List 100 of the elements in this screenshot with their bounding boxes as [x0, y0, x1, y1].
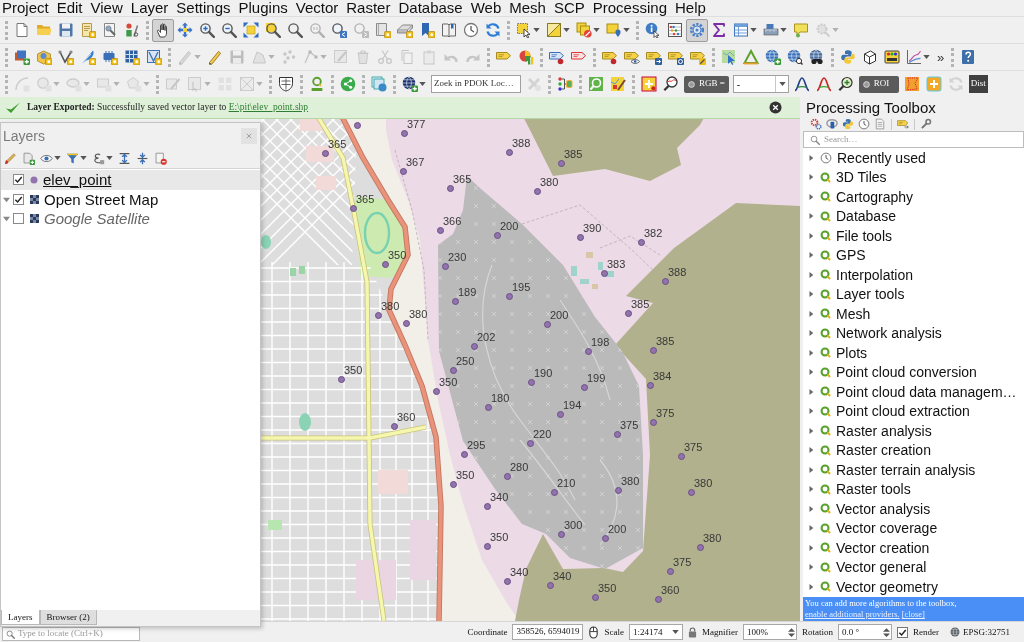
- expand-arrow-icon[interactable]: [808, 525, 814, 532]
- expand-arrow-icon[interactable]: [808, 486, 814, 493]
- expand-arrow-icon[interactable]: [808, 583, 814, 590]
- render-checkbox[interactable]: [897, 626, 908, 638]
- panel-tab[interactable]: Browser (2): [39, 610, 97, 625]
- options-button[interactable]: [918, 118, 934, 130]
- toolbar-handle[interactable]: [331, 74, 334, 94]
- toolbar-handle[interactable]: [593, 47, 596, 67]
- menu-item[interactable]: Vector: [295, 0, 339, 16]
- mouse-icon[interactable]: [588, 625, 600, 639]
- toolbar-handle[interactable]: [269, 74, 272, 94]
- toolbar-handle[interactable]: [393, 74, 396, 94]
- expand-arrow-icon[interactable]: [808, 466, 814, 473]
- expand-arrow-icon[interactable]: [808, 174, 814, 181]
- menu-item[interactable]: Plugins: [238, 0, 288, 16]
- expand-arrow-icon[interactable]: [808, 447, 814, 454]
- expand-arrow-icon[interactable]: [808, 193, 814, 200]
- menu-item[interactable]: Layer: [130, 0, 169, 16]
- expand-arrow-icon[interactable]: [808, 408, 814, 415]
- toolbar-handle[interactable]: [168, 47, 171, 67]
- processing-toolbox-button[interactable]: [686, 18, 708, 42]
- rotation-spinbox[interactable]: 0.0 °: [838, 624, 892, 640]
- toolbar-handle[interactable]: [5, 20, 8, 40]
- toolbar-handle[interactable]: [300, 74, 303, 94]
- expand-arrow-icon[interactable]: [808, 564, 814, 571]
- expand-arrow-icon[interactable]: [808, 427, 814, 434]
- algorithm-group[interactable]: GPS: [836, 248, 866, 263]
- history-button[interactable]: [856, 118, 872, 130]
- toolbar-handle[interactable]: [487, 47, 490, 67]
- coordinate-field[interactable]: 358526, 6594019: [512, 624, 584, 640]
- expand-arrow-icon[interactable]: [3, 195, 10, 203]
- toolbar-handle[interactable]: [632, 74, 635, 94]
- layer-checkbox[interactable]: [13, 213, 24, 225]
- menu-item[interactable]: View: [90, 0, 123, 16]
- expand-arrow-icon[interactable]: [808, 330, 814, 337]
- toolbar-handle[interactable]: [548, 74, 551, 94]
- menu-item[interactable]: SCP: [553, 0, 585, 16]
- expand-arrow-icon[interactable]: [808, 544, 814, 551]
- toolbar-handle[interactable]: [579, 74, 582, 94]
- algorithm-group[interactable]: Vector geometry: [836, 579, 938, 594]
- expand-arrow-icon[interactable]: [808, 232, 814, 239]
- algorithm-group[interactable]: Interpolation: [836, 267, 914, 282]
- algorithm-group[interactable]: Point cloud data managem…: [836, 384, 1017, 399]
- models-button[interactable]: [808, 118, 824, 130]
- toolbar-handle[interactable]: [156, 74, 159, 94]
- menu-item[interactable]: Database: [398, 0, 463, 16]
- toolbar-handle[interactable]: [951, 47, 955, 67]
- menu-item[interactable]: Raster: [346, 0, 391, 16]
- more-tools-button[interactable]: »: [933, 46, 949, 68]
- toolbar-handle[interactable]: [507, 20, 510, 40]
- algorithm-group[interactable]: Vector analysis: [836, 501, 931, 516]
- menu-item[interactable]: Mesh: [509, 0, 546, 16]
- algorithm-group[interactable]: Raster terrain analysis: [836, 462, 976, 477]
- algorithm-group[interactable]: Mesh: [836, 306, 871, 321]
- algorithm-group[interactable]: Cartography: [836, 189, 914, 204]
- algorithm-group[interactable]: Point cloud conversion: [836, 365, 977, 380]
- algorithm-group[interactable]: Raster tools: [836, 482, 911, 497]
- toolbar-handle[interactable]: [540, 47, 543, 67]
- magnifier-spinbox[interactable]: 100%: [743, 624, 797, 640]
- toolbar-handle[interactable]: [636, 20, 639, 40]
- algorithm-group[interactable]: Vector creation: [836, 540, 930, 555]
- algorithm-group[interactable]: Raster creation: [836, 443, 931, 458]
- close-message-button[interactable]: [769, 101, 782, 114]
- expand-arrow-icon[interactable]: [3, 215, 10, 223]
- distance-button[interactable]: Dist: [968, 75, 988, 93]
- algorithm-group[interactable]: Vector general: [836, 560, 927, 575]
- r-scripts-button[interactable]: [824, 118, 840, 130]
- band-combobox[interactable]: -: [732, 75, 789, 93]
- menu-item[interactable]: Settings: [176, 0, 231, 16]
- expand-arrow-icon[interactable]: [808, 388, 814, 395]
- algorithm-group[interactable]: Layer tools: [836, 287, 905, 302]
- algorithm-group[interactable]: 3D Tiles: [836, 170, 887, 185]
- expand-arrow-icon[interactable]: [808, 252, 814, 259]
- toolbar-handle[interactable]: [362, 74, 365, 94]
- algorithm-group[interactable]: Network analysis: [836, 326, 942, 341]
- crs-button[interactable]: EPSG:32751: [950, 627, 1010, 637]
- band-label-button[interactable]: ROI: [858, 75, 899, 93]
- menu-item[interactable]: Help: [675, 0, 706, 16]
- layer-name[interactable]: Google Satellite: [44, 211, 150, 227]
- algorithm-group[interactable]: Raster analysis: [836, 423, 932, 438]
- expand-arrow-icon[interactable]: [808, 505, 814, 512]
- expand-arrow-icon[interactable]: [808, 369, 814, 376]
- toolbar-handle[interactable]: [831, 47, 834, 67]
- toolbar-handle[interactable]: [5, 74, 8, 94]
- expand-arrow-icon[interactable]: [808, 349, 814, 356]
- expand-arrow-icon[interactable]: [808, 213, 814, 220]
- python-scripts-button[interactable]: [840, 118, 856, 130]
- toolbar-handle[interactable]: [5, 47, 8, 67]
- expand-arrow-icon[interactable]: [808, 310, 814, 317]
- algorithm-group[interactable]: Vector coverage: [836, 521, 938, 536]
- menu-item[interactable]: Processing: [592, 0, 667, 16]
- expand-arrow-icon[interactable]: [808, 154, 814, 161]
- menu-item[interactable]: Web: [470, 0, 502, 16]
- pan-map-button[interactable]: [152, 18, 174, 42]
- algorithm-group[interactable]: Recently used: [837, 150, 926, 165]
- toolbar-handle[interactable]: [712, 47, 715, 67]
- lock-icon[interactable]: [688, 626, 697, 638]
- menu-item[interactable]: Edit: [56, 0, 83, 16]
- scale-combobox[interactable]: 1:24174: [629, 624, 683, 640]
- layer-name[interactable]: elev_point: [43, 172, 112, 188]
